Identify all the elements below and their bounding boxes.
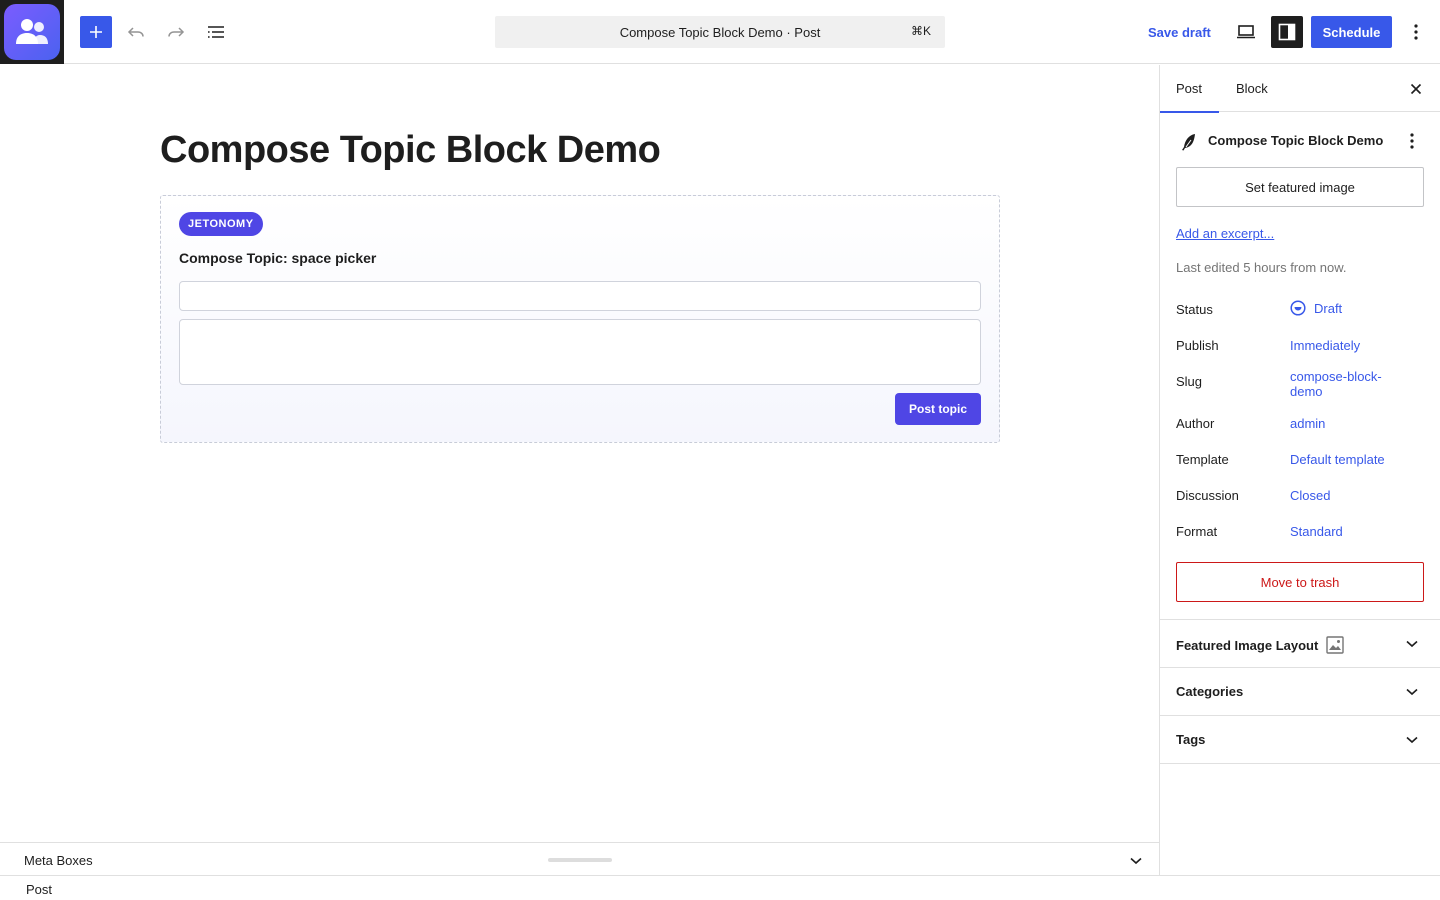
meta-boxes-label: Meta Boxes [24, 853, 93, 868]
quill-post-icon [1178, 131, 1200, 153]
tab-post[interactable]: Post [1160, 65, 1219, 113]
discussion-label: Discussion [1176, 488, 1239, 503]
status-value-button[interactable]: Draft [1290, 300, 1342, 316]
set-featured-image-button[interactable]: Set featured image [1176, 167, 1424, 207]
add-excerpt-link[interactable]: Add an excerpt... [1176, 226, 1274, 241]
close-sidebar-button[interactable] [1404, 77, 1428, 101]
chevron-down-icon [1130, 857, 1142, 865]
author-value-button[interactable]: admin [1290, 416, 1325, 431]
panel-categories[interactable]: Categories [1160, 667, 1440, 715]
format-value-button[interactable]: Standard [1290, 524, 1343, 539]
sidebar-tabs: Post Block [1160, 65, 1440, 113]
post-title[interactable]: Compose Topic Block Demo [160, 129, 661, 172]
list-view-icon [208, 26, 224, 38]
tab-block[interactable]: Block [1220, 65, 1284, 112]
community-logo-icon [4, 4, 60, 60]
slug-label: Slug [1176, 374, 1203, 389]
chevron-down-icon[interactable] [1400, 632, 1424, 656]
block-breadcrumb-bar: Post [0, 875, 1440, 900]
author-label: Author [1176, 416, 1215, 431]
last-edited-text: Last edited 5 hours from now. [1176, 260, 1347, 275]
undo-button[interactable] [120, 16, 152, 48]
discussion-value-button[interactable]: Closed [1290, 488, 1330, 503]
resize-handle[interactable] [548, 858, 612, 862]
vertical-ellipsis-icon [1410, 133, 1414, 149]
jetonomy-badge: JETONOMY [179, 212, 263, 236]
publish-value-button[interactable]: Immediately [1290, 338, 1360, 353]
redo-icon [168, 27, 185, 37]
sidebar-icon [1278, 23, 1296, 41]
post-topic-button[interactable]: Post topic [895, 393, 981, 425]
document-overview-button[interactable] [200, 16, 232, 48]
close-icon [1410, 83, 1422, 95]
add-block-button[interactable] [80, 16, 112, 48]
format-label: Format [1176, 524, 1218, 539]
editor-canvas: Compose Topic Block Demo JETONOMY Compos… [0, 65, 1159, 842]
redo-button[interactable] [160, 16, 192, 48]
slug-value-button[interactable]: compose-block-demo [1290, 369, 1410, 399]
site-logo-button[interactable] [0, 0, 64, 64]
desktop-preview-icon [1237, 25, 1255, 39]
options-menu-button[interactable] [1400, 16, 1432, 48]
panel-title: Tags [1176, 732, 1206, 747]
chevron-down-icon[interactable] [1400, 728, 1424, 752]
template-value-button[interactable]: Default template [1290, 452, 1385, 467]
command-palette-bar[interactable]: Compose Topic Block Demo · Post ⌘K [495, 16, 945, 48]
block-heading: Compose Topic: space picker [179, 250, 377, 266]
meta-boxes-bar[interactable]: Meta Boxes [0, 842, 1159, 875]
panel-divider [1160, 763, 1440, 764]
undo-icon [127, 27, 144, 37]
status-label: Status [1176, 302, 1213, 317]
save-draft-button[interactable]: Save draft [1140, 16, 1219, 48]
publish-label: Publish [1176, 338, 1219, 353]
template-label: Template [1176, 452, 1229, 467]
breadcrumb-post[interactable]: Post [26, 882, 52, 897]
image-icon [1326, 636, 1345, 654]
editor-toolbar: Compose Topic Block Demo · Post ⌘K Save … [0, 0, 1440, 64]
compose-topic-block[interactable]: JETONOMY Compose Topic: space picker Pos… [160, 195, 1000, 443]
schedule-button[interactable]: Schedule [1311, 16, 1392, 48]
panel-tags[interactable]: Tags [1160, 715, 1440, 763]
panel-title: Featured Image Layout [1176, 637, 1319, 653]
move-to-trash-button[interactable]: Move to trash [1176, 562, 1424, 602]
topic-title-input[interactable] [179, 281, 981, 311]
topic-body-textarea[interactable] [179, 319, 981, 385]
preview-button[interactable] [1230, 16, 1262, 48]
panel-featured-image-layout[interactable]: Featured Image Layout [1160, 619, 1440, 667]
shortcut-hint: ⌘K [910, 24, 931, 38]
settings-sidebar: Post Block Compose Topic Block Demo Set … [1159, 65, 1440, 875]
document-title: Compose Topic Block Demo · Post [619, 24, 821, 40]
panel-label: Featured Image Layout [1176, 636, 1345, 654]
meta-boxes-toggle[interactable] [1124, 849, 1148, 873]
post-actions-button[interactable] [1400, 129, 1424, 153]
plus-icon [90, 26, 102, 38]
status-value-text: Draft [1314, 300, 1343, 316]
vertical-ellipsis-icon [1414, 24, 1418, 40]
panel-title: Categories [1176, 684, 1244, 699]
chevron-down-icon[interactable] [1400, 680, 1424, 704]
post-card-title: Compose Topic Block Demo [1208, 133, 1384, 148]
draft-status-icon [1290, 300, 1306, 316]
settings-toggle-button[interactable] [1271, 16, 1303, 48]
